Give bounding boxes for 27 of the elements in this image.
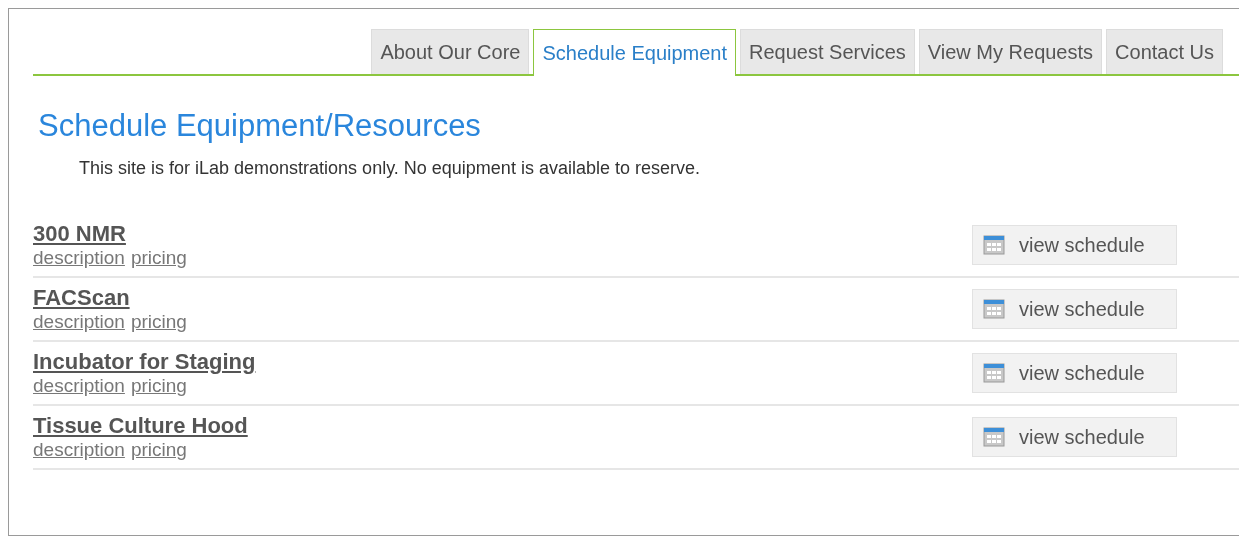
nav-tab[interactable]: Request Services	[740, 29, 915, 74]
detail-link[interactable]: description	[33, 375, 125, 397]
page-heading: Schedule Equipment/Resources	[38, 108, 482, 144]
view-schedule-button[interactable]: view schedule	[972, 353, 1177, 393]
notice-text: This site is for iLab demonstrations only. No equipment is available to reserve.	[79, 157, 701, 180]
nav-tab[interactable]: About Our Core	[371, 29, 530, 74]
nav-tab[interactable]: Contact Us	[1106, 29, 1223, 74]
calendar-icon	[983, 363, 1005, 383]
detail-link[interactable]: description	[33, 247, 125, 269]
equipment-link[interactable]: 300 NMR	[33, 221, 126, 247]
detail-link[interactable]: pricing	[130, 439, 187, 461]
detail-link[interactable]: pricing	[130, 375, 187, 397]
calendar-icon	[983, 235, 1005, 255]
calendar-icon	[983, 427, 1005, 447]
nav-tab[interactable]: Schedule Equipment	[533, 29, 737, 76]
detail-link[interactable]: description	[33, 439, 125, 461]
detail-link[interactable]: pricing	[130, 247, 187, 269]
nav-tab[interactable]: View My Requests	[918, 29, 1103, 74]
equipment-link[interactable]: FACScan	[33, 285, 130, 311]
detail-link[interactable]: pricing	[130, 311, 187, 333]
view-schedule-button[interactable]: view schedule	[972, 289, 1177, 329]
equipment-link[interactable]: Incubator for Staging	[33, 349, 256, 375]
calendar-icon	[983, 299, 1005, 319]
view-schedule-button[interactable]: view schedule	[972, 225, 1177, 265]
detail-link[interactable]: description	[33, 311, 125, 333]
view-schedule-button[interactable]: view schedule	[972, 417, 1177, 457]
equipment-link[interactable]: Tissue Culture Hood	[33, 413, 248, 439]
